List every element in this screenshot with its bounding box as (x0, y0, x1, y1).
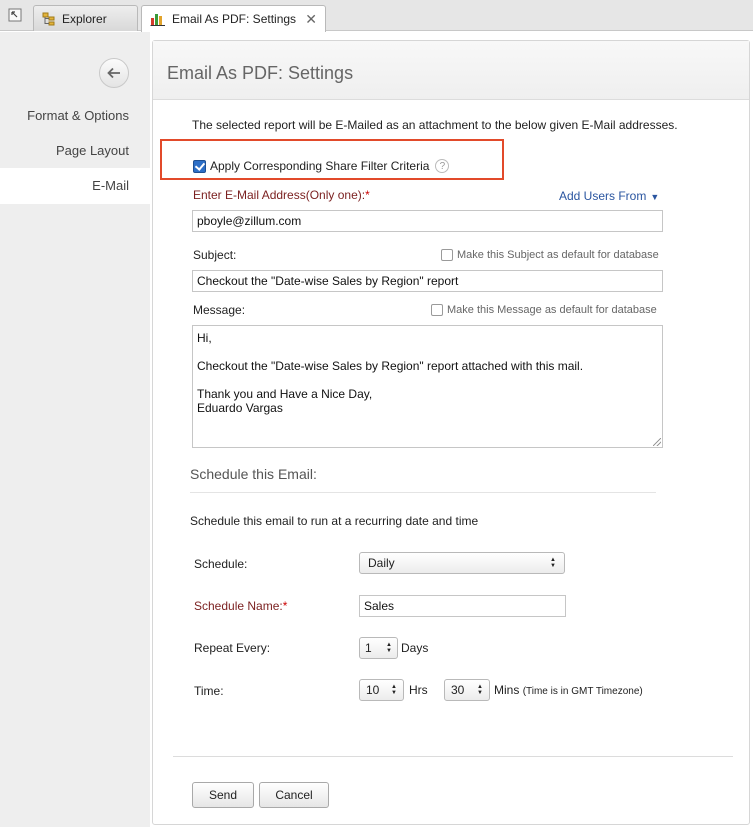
schedule-name-label: Schedule Name:* (194, 599, 288, 613)
schedule-select-value: Daily (368, 556, 395, 570)
message-default-option: Make this Message as default for databas… (431, 304, 657, 316)
repeat-every-value: 1 (365, 641, 372, 655)
hours-select[interactable]: 10 ▲ ▼ (359, 679, 404, 701)
arrow-left-icon (107, 67, 120, 79)
subject-field[interactable]: Checkout the "Date-wise Sales by Region"… (192, 270, 663, 292)
message-default-label[interactable]: Make this Message as default for databas… (447, 304, 657, 316)
schedule-description: Schedule this email to run at a recurrin… (190, 514, 479, 528)
message-line: Thank you and Have a Nice Day, (197, 387, 373, 401)
message-textarea[interactable]: Hi, Checkout the "Date-wise Sales by Reg… (192, 325, 663, 448)
help-icon[interactable]: ? (435, 159, 450, 173)
hours-value: 10 (366, 683, 380, 697)
minutes-select[interactable]: 30 ▲ ▼ (444, 679, 490, 701)
required-star: * (282, 599, 288, 613)
footer-divider (173, 756, 733, 757)
back-button[interactable] (99, 58, 129, 88)
subject-default-option: Make this Subject as default for databas… (441, 249, 659, 261)
tab-active-label: Email As PDF: Settings (172, 12, 297, 26)
settings-sidebar: Format & Options Page Layout E-Mail (0, 32, 150, 827)
page-title: Email As PDF: Settings (167, 63, 354, 83)
subject-default-checkbox[interactable] (441, 249, 453, 261)
schedule-name-field[interactable]: Sales (359, 595, 566, 617)
schedule-label: Schedule: (194, 557, 248, 571)
message-line: Eduardo Vargas (197, 401, 283, 415)
email-field[interactable]: pboyle@zillum.com (192, 210, 663, 232)
hours-unit-label: Hrs (409, 683, 428, 697)
select-arrows-icon: ▲ ▼ (386, 642, 392, 654)
add-users-label: Add Users From (559, 189, 647, 203)
panel-header: Email As PDF: Settings (153, 41, 749, 100)
timezone-note: (Time is in GMT Timezone) (522, 686, 643, 697)
select-arrows-icon: ▲ ▼ (391, 684, 397, 696)
schedule-section-title: Schedule this Email: (190, 466, 317, 482)
repeat-every-label: Repeat Every: (194, 641, 271, 655)
intro-text: The selected report will be E-Mailed as … (192, 118, 678, 132)
minutes-unit-label: Mins (Time is in GMT Timezone) (494, 683, 643, 697)
repeat-unit-label: Days (401, 641, 429, 655)
apply-filter-checkbox[interactable] (193, 159, 206, 173)
subject-default-label[interactable]: Make this Subject as default for databas… (457, 249, 659, 261)
select-arrows-icon: ▲ ▼ (477, 684, 483, 696)
apply-filter-row: Apply Corresponding Share Filter Criteri… (193, 159, 450, 173)
message-default-checkbox[interactable] (431, 304, 443, 316)
restore-window-icon[interactable] (6, 6, 24, 24)
explorer-tree-icon (42, 12, 56, 26)
message-line: Hi, (197, 331, 212, 345)
tab-email-as-pdf-settings[interactable]: Email As PDF: Settings ✕ (141, 5, 326, 32)
schedule-select[interactable]: Daily ▲ ▼ (359, 552, 565, 574)
email-label: Enter E-Mail Address(Only one):* (193, 188, 370, 202)
required-star: * (365, 188, 370, 202)
divider (190, 492, 656, 493)
report-chart-icon (150, 12, 166, 26)
tab-bar: Explorer Email As PDF: Settings ✕ (0, 0, 753, 32)
select-arrows-icon: ▲ ▼ (550, 557, 556, 569)
send-button[interactable]: Send (192, 782, 254, 808)
tab-explorer[interactable]: Explorer (33, 5, 138, 31)
cancel-button[interactable]: Cancel (259, 782, 329, 808)
add-users-from-dropdown[interactable]: Add Users From ▼ (559, 189, 659, 203)
tab-explorer-label: Explorer (62, 11, 107, 26)
apply-filter-label[interactable]: Apply Corresponding Share Filter Criteri… (210, 159, 429, 173)
caret-down-icon: ▼ (650, 192, 660, 202)
resize-handle-icon[interactable] (653, 438, 661, 446)
message-line: Checkout the "Date-wise Sales by Region"… (197, 359, 584, 373)
time-label: Time: (194, 684, 224, 698)
sidebar-item-email[interactable]: E-Mail (92, 178, 129, 193)
minutes-value: 30 (451, 683, 465, 697)
close-tab-icon[interactable]: ✕ (305, 11, 317, 28)
subject-label: Subject: (193, 248, 237, 262)
repeat-every-select[interactable]: 1 ▲ ▼ (359, 637, 398, 659)
message-label: Message: (193, 303, 246, 317)
email-settings-panel: Email As PDF: Settings The selected repo… (152, 40, 750, 825)
sidebar-item-page-layout[interactable]: Page Layout (56, 143, 129, 158)
sidebar-item-format-options[interactable]: Format & Options (27, 108, 129, 123)
